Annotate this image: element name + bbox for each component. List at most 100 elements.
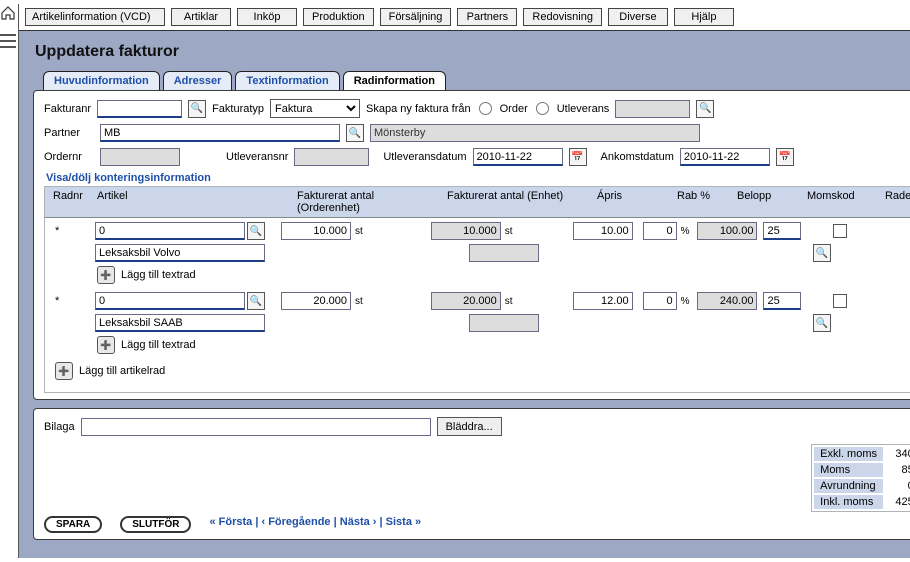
rab-unit: % — [681, 296, 690, 307]
left-rail — [0, 0, 16, 562]
nav-prev[interactable]: ‹ Föregående — [261, 516, 330, 528]
menu-artikelinformation[interactable]: Artikelinformation (VCD) — [25, 8, 165, 26]
apris-input[interactable] — [573, 222, 633, 240]
col-radnr: Radnr — [49, 190, 93, 214]
antal-order-input[interactable] — [281, 292, 351, 310]
radera-checkbox[interactable] — [833, 294, 847, 308]
label-utleverans: Utleverans — [557, 103, 610, 115]
col-belopp: Belopp — [733, 190, 803, 214]
search-icon[interactable]: 🔍 — [696, 100, 714, 118]
home-icon[interactable] — [0, 6, 16, 20]
attachment-panel: Bilaga Bläddra... Exkl. moms340.00 Moms8… — [33, 408, 910, 540]
artikel-code-input[interactable] — [95, 222, 245, 240]
menu-hjalp[interactable]: Hjälp — [674, 8, 734, 26]
grid-body: * 🔍 st st % — [44, 218, 910, 393]
add-text-row[interactable]: ➕ Lägg till textrad — [97, 266, 910, 284]
from-ref-input[interactable] — [615, 100, 690, 118]
search-icon[interactable]: 🔍 — [247, 222, 265, 240]
grid-header: Radnr Artikel Fakturerat antal (Orderenh… — [44, 186, 910, 218]
search-icon[interactable]: 🔍 — [188, 100, 206, 118]
add-text-row[interactable]: ➕ Lägg till textrad — [97, 336, 910, 354]
menu-produktion[interactable]: Produktion — [303, 8, 374, 26]
row-marker: * — [49, 225, 93, 237]
tab-adresser[interactable]: Adresser — [163, 71, 233, 90]
record-nav: « Första | ‹ Föregående | Nästa › | Sist… — [209, 516, 421, 528]
artikel-code-input[interactable] — [95, 292, 245, 310]
antal-order-input[interactable] — [281, 222, 351, 240]
col-fantal-enhet: Fakturerat antal (Enhet) — [443, 190, 593, 214]
tab-textinformation[interactable]: Textinformation — [235, 71, 339, 90]
total-moms-value: 85.00 — [885, 463, 910, 477]
label-order: Order — [500, 103, 528, 115]
tab-bar: Huvudinformation Adresser Textinformatio… — [43, 71, 910, 90]
artikel-name-input[interactable] — [95, 244, 265, 262]
rab-input[interactable] — [643, 292, 677, 310]
search-icon[interactable]: 🔍 — [813, 244, 831, 262]
finish-button[interactable]: SLUTFÖR — [120, 516, 191, 533]
main-panel: Artikelinformation (VCD) Artiklar Inköp … — [18, 4, 910, 558]
col-rab: Rab % — [673, 190, 733, 214]
page-title: Uppdatera fakturor — [35, 43, 910, 61]
total-inkl-value: 425.00 — [885, 495, 910, 509]
fakturatyp-select[interactable]: Faktura — [270, 99, 360, 118]
tab-huvudinformation[interactable]: Huvudinformation — [43, 71, 160, 90]
col-momskod: Momskod — [803, 190, 873, 214]
nav-last[interactable]: Sista » — [386, 516, 421, 528]
toggle-kontering[interactable]: Visa/dölj konteringsinformation — [46, 172, 910, 184]
table-row-sub: 🔍 — [49, 244, 910, 262]
label-ordernr: Ordernr — [44, 151, 94, 163]
menu-forsaljning[interactable]: Försäljning — [380, 8, 452, 26]
menu-icon[interactable] — [0, 34, 16, 48]
top-menu: Artikelinformation (VCD) Artiklar Inköp … — [19, 4, 910, 31]
search-icon[interactable]: 🔍 — [247, 292, 265, 310]
search-icon[interactable]: 🔍 — [346, 124, 364, 142]
nav-next[interactable]: Nästa › — [340, 516, 377, 528]
label-ankomstdatum: Ankomstdatum — [601, 151, 674, 163]
momskod-input[interactable] — [763, 222, 801, 240]
antal-enhet-2-input — [469, 244, 539, 262]
fakturanr-input[interactable] — [97, 100, 182, 118]
belopp-input — [697, 222, 757, 240]
calendar-icon[interactable]: 📅 — [569, 148, 587, 166]
partner-code-input[interactable] — [100, 124, 340, 142]
unit-order: st — [355, 226, 363, 237]
table-row: * 🔍 st st % — [49, 222, 910, 240]
label-utleveransdatum: Utleveransdatum — [383, 151, 466, 163]
browse-button[interactable]: Bläddra... — [437, 417, 502, 436]
ankomstdatum-input[interactable] — [680, 148, 770, 166]
menu-inkop[interactable]: Inköp — [237, 8, 297, 26]
col-artikel: Artikel — [93, 190, 293, 214]
label-utleveransnr: Utleveransnr — [226, 151, 288, 163]
radio-order[interactable] — [479, 102, 492, 115]
add-icon: ➕ — [55, 362, 73, 380]
unit-enhet: st — [505, 226, 513, 237]
menu-redovisning[interactable]: Redovisning — [523, 8, 602, 26]
tab-radinformation[interactable]: Radinformation — [343, 71, 446, 90]
menu-diverse[interactable]: Diverse — [608, 8, 668, 26]
rab-unit: % — [681, 226, 690, 237]
antal-enhet-input — [431, 292, 501, 310]
menu-artiklar[interactable]: Artiklar — [171, 8, 231, 26]
search-icon[interactable]: 🔍 — [813, 314, 831, 332]
rab-input[interactable] — [643, 222, 677, 240]
antal-enhet-2-input — [469, 314, 539, 332]
radera-checkbox[interactable] — [833, 224, 847, 238]
col-radera: Radera — [873, 190, 910, 214]
radio-utleverans[interactable] — [536, 102, 549, 115]
apris-input[interactable] — [573, 292, 633, 310]
label-fakturatyp: Fakturatyp — [212, 103, 264, 115]
nav-first[interactable]: « Första — [209, 516, 252, 528]
menu-partners[interactable]: Partners — [457, 8, 517, 26]
bilaga-input[interactable] — [81, 418, 431, 436]
utleveransdatum-input[interactable] — [473, 148, 563, 166]
antal-enhet-input — [431, 222, 501, 240]
row-marker: * — [49, 295, 93, 307]
total-exkl-label: Exkl. moms — [814, 447, 883, 461]
artikel-name-input[interactable] — [95, 314, 265, 332]
total-avrund-value: 0.00 — [885, 479, 910, 493]
add-article-row[interactable]: ➕ Lägg till artikelrad — [55, 362, 910, 380]
momskod-input[interactable] — [763, 292, 801, 310]
save-button[interactable]: SPARA — [44, 516, 102, 533]
calendar-icon[interactable]: 📅 — [776, 148, 794, 166]
belopp-input — [697, 292, 757, 310]
